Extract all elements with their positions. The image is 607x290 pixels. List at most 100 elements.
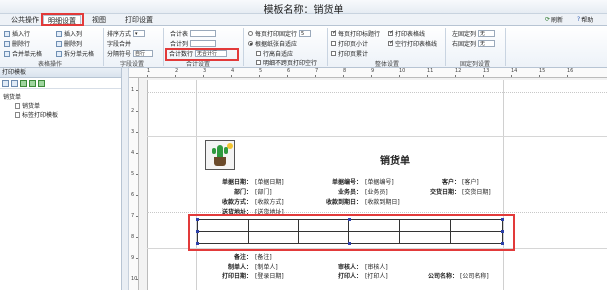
print-grid-checkbox[interactable]	[388, 29, 394, 36]
refresh-button[interactable]: ⟳ 刷新	[545, 15, 563, 24]
field-value[interactable]: [业务员]	[365, 187, 388, 196]
field-label[interactable]: 交货日期：	[418, 187, 460, 196]
detail-table[interactable]	[197, 219, 503, 244]
refresh-tree-icon[interactable]	[38, 79, 45, 87]
group-separator-select[interactable]: 自行	[133, 50, 154, 57]
field-label[interactable]: 单据编号：	[320, 177, 362, 186]
field-label[interactable]: 收款到期日：	[310, 197, 362, 206]
merge-cells-button[interactable]: 合并单元格	[4, 49, 42, 58]
split-cells-button[interactable]: 拆分单元格	[56, 49, 94, 58]
print-header-each-checkbox[interactable]	[331, 29, 337, 36]
field-label[interactable]: 打印人：	[320, 271, 362, 280]
report-title[interactable]: 销货单	[380, 152, 410, 167]
detail-table-col-divider[interactable]	[348, 220, 349, 243]
detail-table-col-divider[interactable]	[248, 220, 249, 243]
detail-no-split-checkbox[interactable]	[256, 60, 261, 65]
print-subtotal-control[interactable]: 打印页小计	[331, 39, 368, 48]
field-value[interactable]: [部门]	[255, 187, 272, 196]
left-fixed-col-select[interactable]: 无	[478, 30, 496, 37]
fixed-rows-control[interactable]: 每页打印固定行 5	[248, 29, 312, 38]
panel-splitter[interactable]	[122, 68, 129, 290]
field-label[interactable]: 业务员：	[320, 187, 362, 196]
insert-col-button[interactable]: 插入列	[56, 29, 82, 38]
resize-handle[interactable]	[196, 230, 199, 233]
tab-print-settings[interactable]: 打印设置	[121, 15, 157, 26]
right-fixed-col-control[interactable]: 右固定列 无	[452, 39, 496, 48]
field-label[interactable]: 收款方式：	[212, 197, 252, 206]
field-label[interactable]: 制单人：	[212, 262, 252, 271]
field-label[interactable]: 公司名称：	[410, 271, 458, 280]
ruler-h-tick	[483, 75, 484, 77]
resize-handle[interactable]	[196, 218, 199, 221]
field-value[interactable]: [备注]	[255, 252, 272, 261]
total-table-control[interactable]: 合计表	[170, 29, 217, 38]
auto-fit-radio[interactable]	[248, 41, 253, 46]
detail-no-split-control[interactable]: 明细不跨页打印空行	[256, 58, 317, 67]
field-value[interactable]: [审核人]	[365, 262, 388, 271]
move-up-icon[interactable]	[20, 79, 27, 87]
field-label[interactable]: 客户：	[430, 177, 460, 186]
field-value[interactable]: [收款到期日]	[365, 197, 400, 206]
resize-handle[interactable]	[348, 218, 351, 221]
print-grid-control[interactable]: 打印表格线	[388, 29, 425, 38]
ruler-v-mark: 1	[131, 87, 135, 93]
row-height-auto-control[interactable]: 行高自适应	[256, 49, 293, 58]
resize-handle[interactable]	[348, 242, 351, 245]
fixed-rows-radio[interactable]	[248, 31, 253, 36]
print-total-checkbox[interactable]	[331, 51, 336, 56]
field-value[interactable]: [单据日期]	[255, 177, 284, 186]
delete-row-button[interactable]: 删除行	[4, 39, 30, 48]
move-down-icon[interactable]	[29, 79, 36, 87]
auto-fit-control[interactable]: 根据纸张自适应	[248, 39, 297, 48]
detail-table-col-divider[interactable]	[399, 220, 400, 243]
new-template-icon[interactable]	[2, 79, 9, 87]
tab-view[interactable]: 视图	[88, 15, 110, 26]
print-total-control[interactable]: 打印页累计	[331, 49, 368, 58]
resize-handle[interactable]	[196, 242, 199, 245]
tree-item-sales-order[interactable]: 销货单	[15, 101, 40, 110]
detail-table-col-divider[interactable]	[450, 220, 451, 243]
resize-handle[interactable]	[501, 230, 504, 233]
fixed-rows-input[interactable]: 5	[299, 30, 312, 37]
field-label[interactable]: 部门：	[212, 187, 252, 196]
field-value[interactable]: [公司名称]	[460, 271, 489, 280]
tab-common-ops[interactable]: 公共操作	[7, 15, 43, 26]
delete-col-button[interactable]: 删除列	[56, 39, 82, 48]
left-fixed-col-control[interactable]: 左固定列 无	[452, 29, 496, 38]
field-value[interactable]: [制单人]	[255, 262, 278, 271]
field-label[interactable]: 备注：	[212, 252, 252, 261]
resize-handle[interactable]	[501, 242, 504, 245]
total-col-select[interactable]	[190, 40, 217, 47]
sort-method-control[interactable]: 排序方式 ▾	[107, 29, 146, 38]
edit-template-icon[interactable]	[11, 79, 18, 87]
field-value[interactable]: [单据编号]	[365, 177, 394, 186]
field-value[interactable]: [收款方式]	[255, 197, 284, 206]
field-label[interactable]: 审核人：	[320, 262, 362, 271]
field-label[interactable]: 打印日期：	[207, 271, 252, 280]
field-value[interactable]: [客户]	[462, 177, 479, 186]
row-height-auto-checkbox[interactable]	[256, 51, 261, 56]
blank-grid-control[interactable]: 空行打印表格线	[388, 39, 437, 48]
field-value[interactable]: [登录日期]	[255, 271, 284, 280]
resize-handle[interactable]	[501, 218, 504, 221]
field-label[interactable]: 单据日期：	[212, 177, 252, 186]
print-subtotal-checkbox[interactable]	[331, 41, 336, 46]
field-value[interactable]: [交货日期]	[462, 187, 491, 196]
blank-grid-checkbox[interactable]	[388, 39, 394, 46]
tree-item-root[interactable]: 销货单	[3, 92, 21, 101]
field-merge-control[interactable]: 字段合并	[107, 39, 131, 48]
sort-method-select[interactable]: ▾	[133, 30, 146, 37]
help-label: 帮助	[581, 17, 594, 24]
detail-table-col-divider[interactable]	[298, 220, 299, 243]
company-logo[interactable]	[205, 140, 235, 170]
tree-item-label-template[interactable]: 标签打印模板	[15, 110, 58, 119]
total-table-select[interactable]	[190, 30, 217, 37]
print-header-each-control[interactable]: 每页打印标题行	[331, 29, 380, 38]
ruler-h-tick	[343, 75, 344, 77]
help-button[interactable]: ? 帮助	[577, 15, 593, 24]
field-value[interactable]: [打印人]	[365, 271, 388, 280]
right-fixed-col-select[interactable]: 无	[478, 40, 496, 47]
insert-row-button[interactable]: 插入行	[4, 29, 30, 38]
group-separator-control[interactable]: 分隔符号 自行	[107, 49, 154, 58]
total-col-control[interactable]: 合计列	[170, 39, 217, 48]
